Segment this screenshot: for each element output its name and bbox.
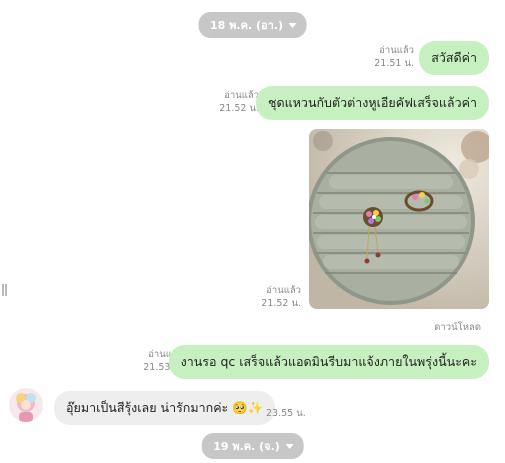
message-time: 23.55 น. bbox=[266, 408, 306, 419]
read-status: อ่านแล้ว bbox=[224, 90, 259, 101]
contact-avatar[interactable] bbox=[9, 388, 43, 422]
message-bubble-outgoing[interactable]: ชุดแหวนกับตัวต่างหูเอียคัฟเสร็จแล้วค่า bbox=[256, 86, 489, 120]
read-status: อ่านแล้ว bbox=[379, 45, 414, 56]
date-label: 18 พ.ค. (อา.) bbox=[210, 19, 283, 32]
download-link[interactable]: ดาวน์โหลด bbox=[434, 320, 481, 335]
chevron-down-icon bbox=[285, 444, 294, 449]
jewelry-tray-image bbox=[309, 129, 489, 309]
message-bubble-outgoing[interactable]: สวัสดีค่า bbox=[419, 41, 489, 75]
message-bubble-incoming[interactable]: อุ๊ยมาเป็นสีรุ้งเลย น่ารักมากค่ะ 🥺✨ bbox=[54, 391, 276, 425]
message-meta: อ่านแล้ว 21.52 น. bbox=[219, 89, 259, 115]
message-time: 21.51 น. bbox=[374, 58, 414, 69]
avatar-image bbox=[9, 388, 43, 422]
date-separator-bottom[interactable]: 19 พ.ค. (จ.) bbox=[201, 433, 304, 459]
message-bubble-outgoing[interactable]: งานรอ qc เสร็จแล้วแอดมินรีบมาแจ้งภายในพร… bbox=[168, 345, 489, 379]
message-time: 21.52 น. bbox=[261, 298, 301, 309]
date-label: 19 พ.ค. (จ.) bbox=[213, 440, 280, 453]
jewelry-photo[interactable] bbox=[309, 129, 489, 309]
date-separator-top[interactable]: 18 พ.ค. (อา.) bbox=[198, 12, 307, 38]
message-time: 21.52 น. bbox=[219, 103, 259, 114]
read-status: อ่านแล้ว bbox=[266, 285, 301, 296]
message-meta: อ่านแล้ว 21.52 น. bbox=[261, 284, 301, 310]
message-meta: อ่านแล้ว 21.51 น. bbox=[374, 44, 414, 70]
panel-resize-handle[interactable] bbox=[2, 284, 7, 296]
chevron-down-icon bbox=[288, 23, 297, 28]
